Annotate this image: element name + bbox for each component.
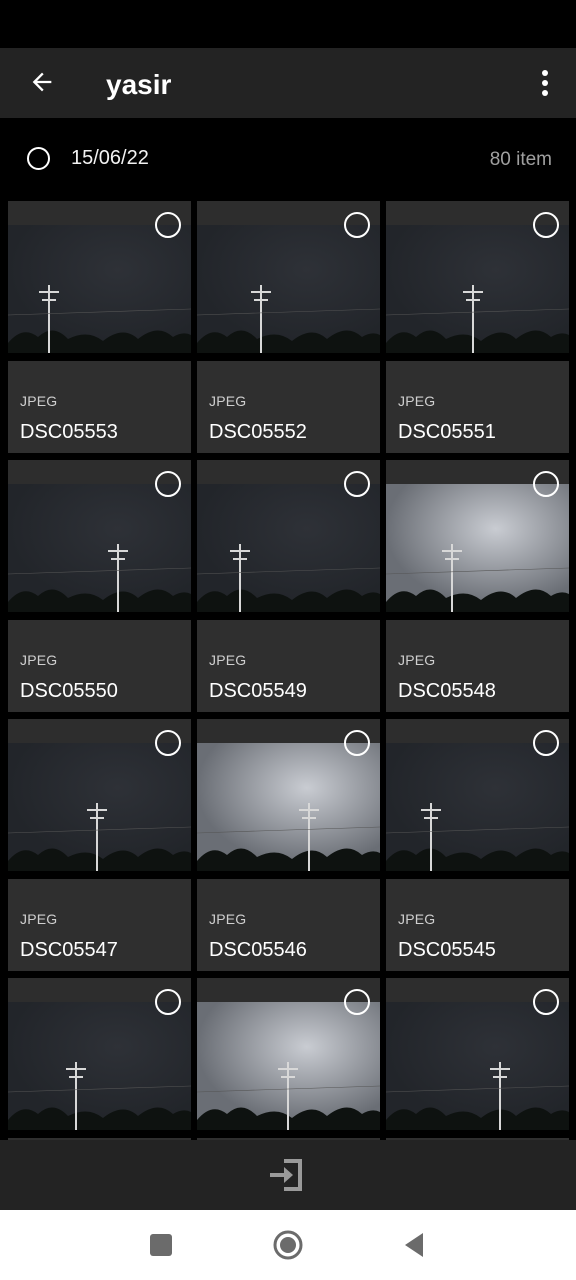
photo-card[interactable]: JPEG DSC05551 xyxy=(386,201,569,453)
file-name-label: DSC05546 xyxy=(209,939,307,961)
lightning-photo xyxy=(197,1002,380,1130)
lightning-photo xyxy=(386,484,569,612)
photo-thumbnail[interactable] xyxy=(386,978,569,1130)
select-checkbox[interactable] xyxy=(533,989,559,1015)
file-format-label: JPEG xyxy=(398,911,436,927)
file-format-label: JPEG xyxy=(20,652,58,668)
select-checkbox[interactable] xyxy=(155,989,181,1015)
file-format-label: JPEG xyxy=(209,911,247,927)
photo-thumbnail[interactable] xyxy=(8,460,191,612)
file-name-label: DSC05551 xyxy=(398,421,496,443)
file-format-label: JPEG xyxy=(398,393,436,409)
item-count: 80 item xyxy=(489,149,552,170)
select-checkbox[interactable] xyxy=(533,471,559,497)
photo-thumbnail[interactable] xyxy=(197,719,380,871)
photo-card[interactable]: JPEG DSC05553 xyxy=(8,201,191,453)
photo-thumbnail[interactable] xyxy=(386,460,569,612)
select-checkbox[interactable] xyxy=(533,730,559,756)
select-checkbox[interactable] xyxy=(344,989,370,1015)
back-button[interactable] xyxy=(20,60,64,104)
lightning-photo xyxy=(386,1002,569,1130)
photo-meta: JPEG DSC05552 xyxy=(197,361,380,453)
lightning-photo xyxy=(8,484,191,612)
lightning-photo xyxy=(8,225,191,353)
lightning-photo xyxy=(197,484,380,612)
select-checkbox[interactable] xyxy=(344,471,370,497)
photo-thumbnail[interactable] xyxy=(8,719,191,871)
select-checkbox[interactable] xyxy=(155,471,181,497)
select-checkbox[interactable] xyxy=(533,212,559,238)
import-button[interactable] xyxy=(263,1150,313,1200)
photo-thumbnail[interactable] xyxy=(197,201,380,353)
import-icon xyxy=(270,1159,302,1191)
lightning-photo xyxy=(8,743,191,871)
triangle-back-icon xyxy=(405,1233,423,1257)
photo-meta: JPEG DSC05548 xyxy=(386,620,569,712)
file-format-label: JPEG xyxy=(398,652,436,668)
photo-thumbnail[interactable] xyxy=(386,201,569,353)
file-name-label: DSC05548 xyxy=(398,680,496,702)
photo-meta: JPEG DSC05550 xyxy=(8,620,191,712)
file-name-label: DSC05550 xyxy=(20,680,118,702)
photo-thumbnail[interactable] xyxy=(8,201,191,353)
lightning-photo xyxy=(386,225,569,353)
date-group-header: 15/06/22 80 item xyxy=(0,118,576,202)
file-name-label: DSC05552 xyxy=(209,421,307,443)
select-checkbox[interactable] xyxy=(344,212,370,238)
file-format-label: JPEG xyxy=(20,393,58,409)
select-checkbox[interactable] xyxy=(344,730,370,756)
photo-thumbnail[interactable] xyxy=(197,978,380,1130)
photo-thumbnail[interactable] xyxy=(197,460,380,612)
photo-card[interactable]: JPEG DSC05550 xyxy=(8,460,191,712)
photo-card[interactable]: JPEG DSC05545 xyxy=(386,719,569,971)
more-vert-icon xyxy=(542,70,548,96)
photo-meta: JPEG DSC05545 xyxy=(386,879,569,971)
select-checkbox[interactable] xyxy=(155,730,181,756)
photo-meta: JPEG DSC05547 xyxy=(8,879,191,971)
bottom-action-bar xyxy=(0,1140,576,1210)
file-name-label: DSC05549 xyxy=(209,680,307,702)
lightning-photo xyxy=(197,225,380,353)
photo-card[interactable]: JPEG DSC05549 xyxy=(197,460,380,712)
date-label: 15/06/22 xyxy=(71,147,149,169)
photo-meta: JPEG DSC05549 xyxy=(197,620,380,712)
nav-back-button[interactable] xyxy=(396,1227,432,1263)
photo-grid: JPEG DSC05553 JPEG DSC05552 JPEG DSC05551 JPEG… xyxy=(0,201,576,1140)
app-bar: yasir xyxy=(0,48,576,118)
photo-card[interactable]: JPEG DSC05548 xyxy=(386,460,569,712)
photo-card[interactable]: JPEG DSC05552 xyxy=(197,201,380,453)
circle-icon xyxy=(273,1230,303,1260)
page-title: yasir xyxy=(106,69,172,100)
photo-card[interactable]: JPEG DSC05546 xyxy=(197,719,380,971)
lightning-photo xyxy=(386,743,569,871)
photo-card[interactable]: JPEG DSC05547 xyxy=(8,719,191,971)
file-name-label: DSC05545 xyxy=(398,939,496,961)
photo-meta: JPEG DSC05551 xyxy=(386,361,569,453)
lightning-photo xyxy=(8,1002,191,1130)
lightning-photo xyxy=(197,743,380,871)
photo-meta: JPEG DSC05546 xyxy=(197,879,380,971)
arrow-left-icon xyxy=(32,72,52,92)
photo-card[interactable] xyxy=(8,978,191,1140)
square-icon xyxy=(150,1234,172,1256)
more-options-button[interactable] xyxy=(530,60,560,106)
select-all-checkbox[interactable] xyxy=(27,147,50,170)
file-format-label: JPEG xyxy=(209,393,247,409)
file-format-label: JPEG xyxy=(209,652,247,668)
status-bar xyxy=(0,0,576,48)
photo-meta: JPEG DSC05553 xyxy=(8,361,191,453)
select-checkbox[interactable] xyxy=(155,212,181,238)
photo-card[interactable] xyxy=(386,978,569,1140)
photo-card[interactable] xyxy=(197,978,380,1140)
home-button[interactable] xyxy=(270,1227,306,1263)
file-name-label: DSC05553 xyxy=(20,421,118,443)
system-nav-bar xyxy=(0,1210,576,1280)
file-name-label: DSC05547 xyxy=(20,939,118,961)
photo-thumbnail[interactable] xyxy=(386,719,569,871)
file-format-label: JPEG xyxy=(20,911,58,927)
photo-thumbnail[interactable] xyxy=(8,978,191,1130)
recents-button[interactable] xyxy=(143,1227,179,1263)
